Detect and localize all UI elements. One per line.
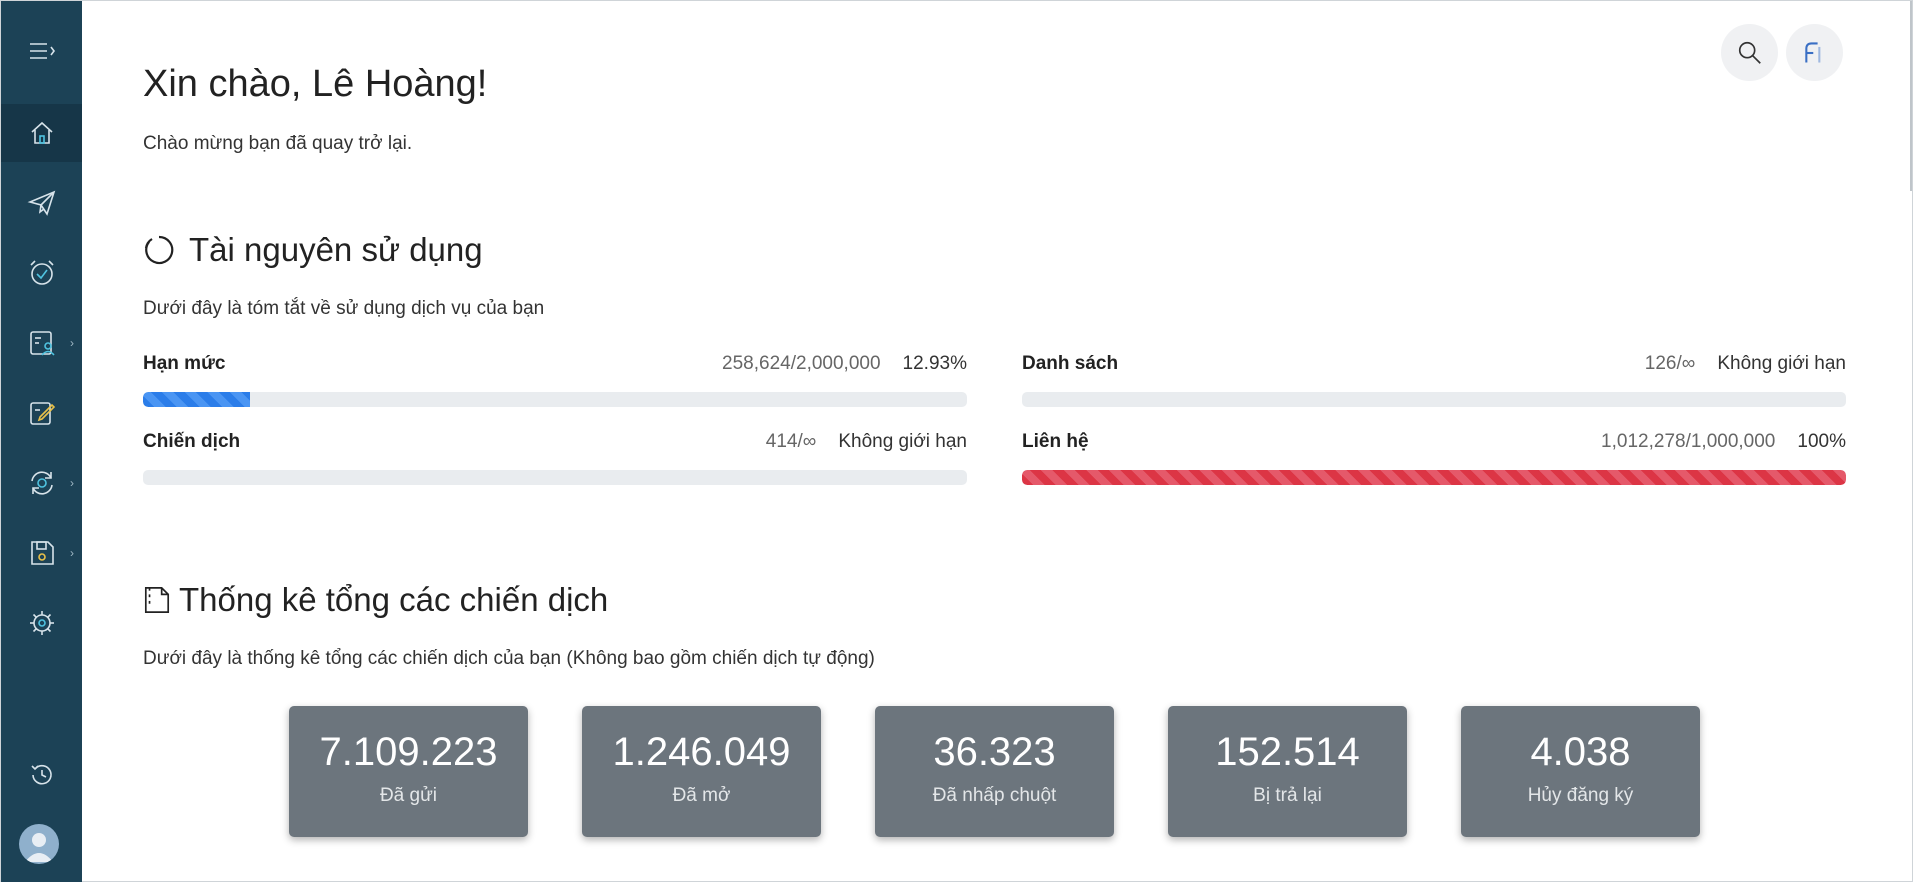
stat-card-unsubscribed: 4.038 Hủy đăng ký	[1461, 706, 1700, 837]
campaigns-title-text: Thống kê tổng các chiến dịch	[179, 581, 609, 618]
stat-label: Hủy đăng ký	[1527, 785, 1634, 806]
sidebar-toggle-button[interactable]	[1, 23, 82, 79]
loading-circle-icon	[144, 235, 174, 265]
usage-label: Chiến dịch	[143, 431, 241, 452]
usage-label: Liên hệ	[1022, 431, 1089, 452]
edit-note-icon	[29, 402, 55, 425]
welcome-text: Chào mừng bạn đã quay trở lại.	[143, 133, 413, 154]
usage-label: Hạn mức	[143, 353, 226, 374]
usage-value: 126/∞	[1644, 353, 1696, 374]
resources-title-text: Tài nguyên sử dụng	[189, 231, 483, 268]
stat-card-sent: 7.109.223 Đã gửi	[289, 706, 528, 837]
usage-campaigns: Chiến dịch 414/∞ Không giới hạn	[143, 431, 967, 485]
gear-icon	[29, 611, 54, 635]
scrollbar[interactable]	[1910, 1, 1912, 191]
resources-subtitle: Dưới đây là tóm tắt về sử dụng dịch vụ c…	[143, 298, 545, 319]
contacts-card-icon	[29, 331, 55, 356]
search-icon	[1738, 41, 1761, 64]
progress-bar	[143, 392, 967, 407]
stat-card-clicked: 36.323 Đã nhấp chuột	[875, 706, 1114, 837]
sidebar-item-templates[interactable]	[1, 384, 82, 442]
stat-value: 1.246.049	[612, 730, 791, 774]
campaign-stats: 7.109.223 Đã gửi 1.246.049 Đã mở 36.323 …	[289, 706, 1700, 837]
usage-value: 414/∞	[765, 431, 817, 452]
app-frame: › › › Xin chào, Lê Hoàng! Chào mừng bạn …	[0, 0, 1913, 882]
brand-logo-icon	[1804, 41, 1820, 63]
resources-section-title: Tài nguyên sử dụng	[143, 231, 483, 269]
stat-label: Đã nhấp chuột	[932, 785, 1057, 806]
chevron-right-icon: ›	[70, 336, 74, 350]
progress-bar	[1022, 470, 1846, 485]
stat-label: Đã mở	[672, 785, 731, 806]
usage-lists: Danh sách 126/∞ Không giới hạn	[1022, 353, 1846, 407]
search-button[interactable]	[1721, 24, 1778, 81]
usage-contacts: Liên hệ 1,012,278/1,000,000 100%	[1022, 431, 1846, 485]
home-icon	[30, 121, 53, 144]
app-logo-button[interactable]	[1786, 24, 1843, 81]
usage-percent: Không giới hạn	[838, 431, 967, 452]
sidebar-item-contacts[interactable]: ›	[1, 314, 82, 372]
usage-quota: Hạn mức 258,624/2,000,000 12.93%	[143, 353, 967, 407]
usage-label: Danh sách	[1022, 353, 1119, 374]
sidebar-item-automation[interactable]: ›	[1, 454, 82, 512]
stat-value: 36.323	[933, 730, 1056, 774]
alarm-clock-icon	[29, 260, 54, 285]
paper-plane-icon	[27, 190, 55, 216]
stat-value: 4.038	[1530, 730, 1631, 774]
sidebar-item-history[interactable]	[1, 746, 82, 804]
history-icon	[30, 764, 52, 785]
progress-fill	[143, 392, 250, 407]
campaigns-subtitle: Dưới đây là thống kê tổng các chiến dịch…	[143, 648, 875, 669]
page-title: Xin chào, Lê Hoàng!	[143, 63, 488, 105]
sidebar: › › ›	[1, 1, 82, 882]
avatar[interactable]	[19, 824, 59, 864]
usage-percent: 100%	[1797, 431, 1846, 452]
stat-label: Đã gửi	[379, 785, 438, 806]
usage-percent: 12.93%	[902, 353, 967, 374]
save-disk-icon	[30, 541, 54, 565]
user-avatar-icon	[25, 833, 53, 862]
menu-expand-icon	[29, 43, 55, 59]
progress-fill	[1022, 470, 1846, 485]
stat-card-bounced: 152.514 Bị trả lại	[1168, 706, 1407, 837]
usage-percent: Không giới hạn	[1717, 353, 1846, 374]
stat-value: 152.514	[1215, 730, 1360, 774]
document-icon	[144, 587, 170, 613]
sidebar-item-home[interactable]	[1, 104, 82, 162]
stat-value: 7.109.223	[319, 730, 498, 774]
chevron-right-icon: ›	[70, 546, 74, 560]
sidebar-item-settings[interactable]	[1, 594, 82, 652]
sync-target-icon	[30, 471, 53, 495]
stat-card-opened: 1.246.049 Đã mở	[582, 706, 821, 837]
sidebar-item-schedule[interactable]	[1, 244, 82, 302]
progress-bar	[143, 470, 967, 485]
usage-value: 1,012,278/1,000,000	[1601, 431, 1776, 452]
progress-bar	[1022, 392, 1846, 407]
sidebar-item-storage[interactable]: ›	[1, 524, 82, 582]
main-content: Xin chào, Lê Hoàng! Chào mừng bạn đã qua…	[82, 1, 1912, 881]
usage-value: 258,624/2,000,000	[722, 353, 881, 374]
chevron-right-icon: ›	[70, 476, 74, 490]
campaigns-section-title: Thống kê tổng các chiến dịch	[143, 581, 608, 619]
stat-label: Bị trả lại	[1253, 785, 1322, 806]
sidebar-item-campaigns[interactable]	[1, 174, 82, 232]
top-actions	[1721, 24, 1843, 81]
